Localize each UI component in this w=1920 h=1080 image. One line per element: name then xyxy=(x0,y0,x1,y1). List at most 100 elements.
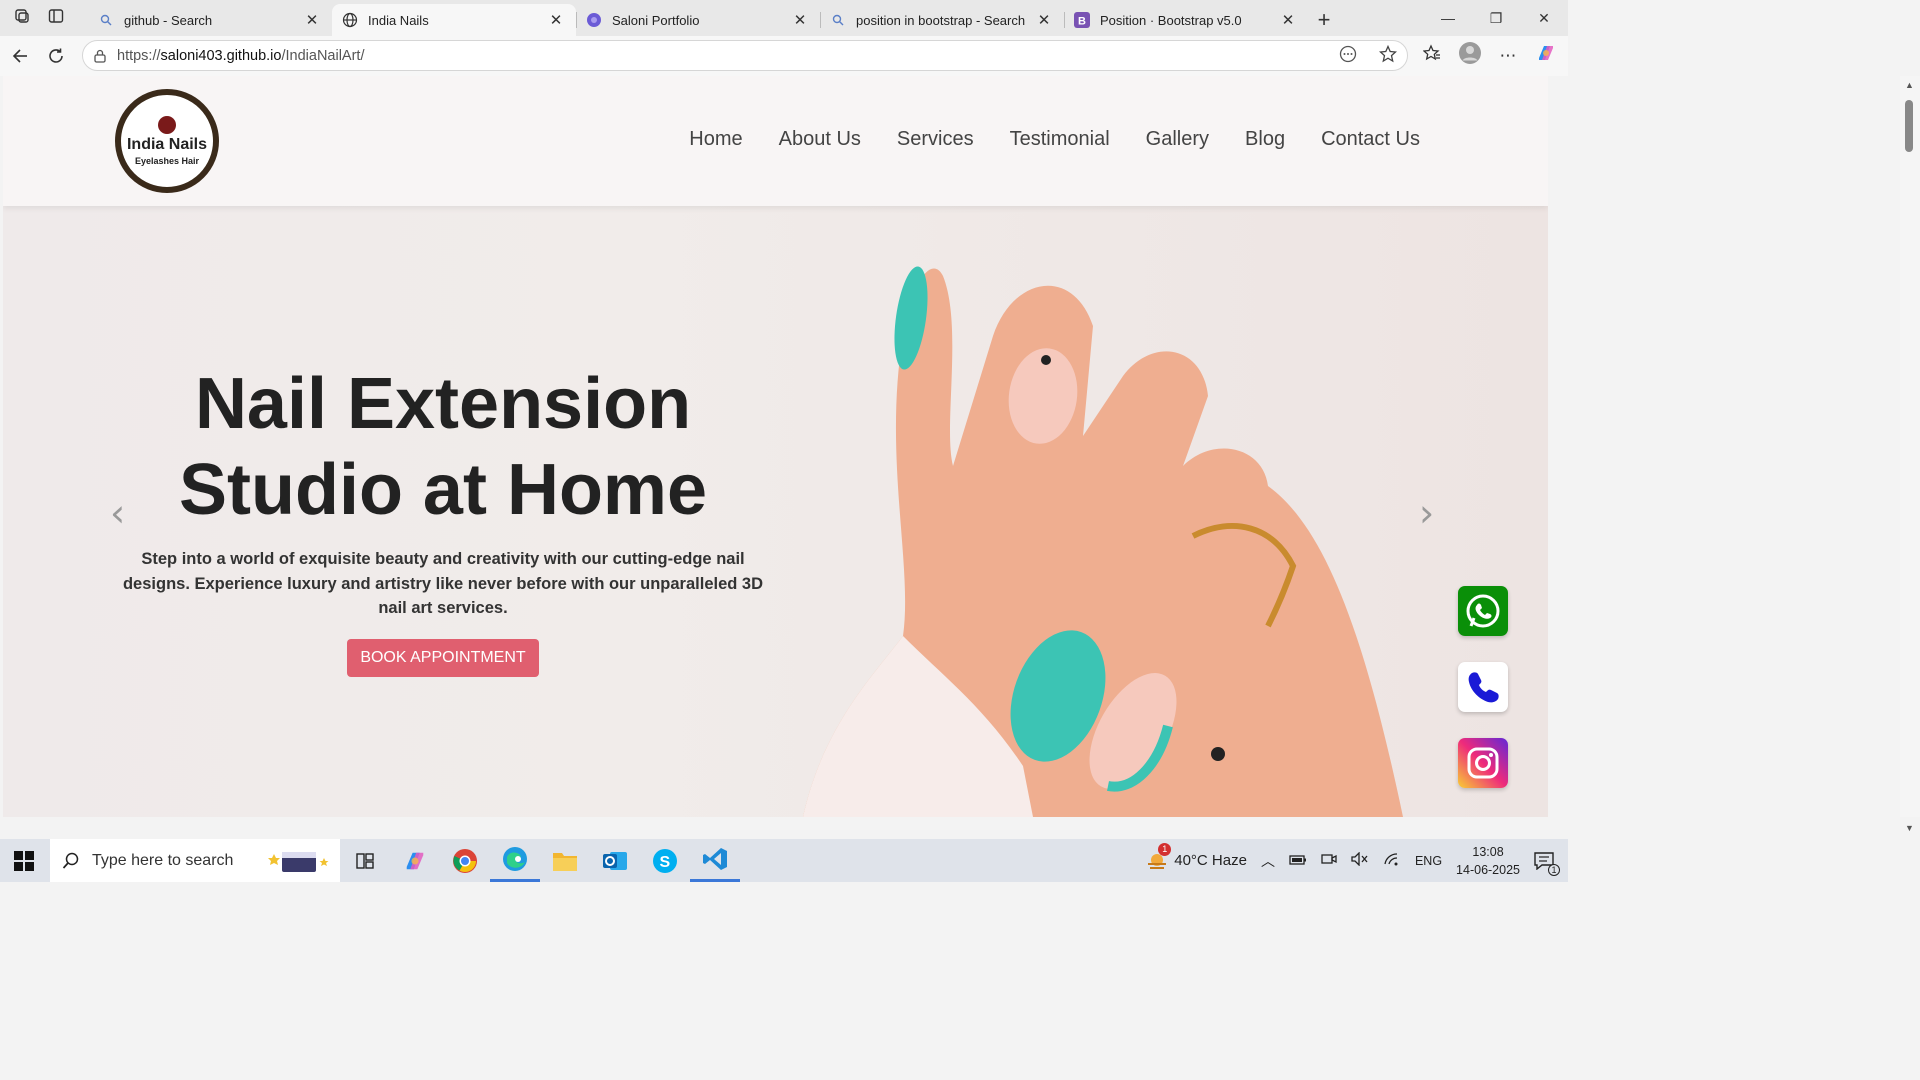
hero-hand-image xyxy=(803,266,1403,817)
system-tray: 1 40°C Haze ︿ ENG 13:08 14-06-2025 1 xyxy=(1146,839,1568,882)
page-bottom-strip xyxy=(0,817,1568,839)
refresh-icon[interactable] xyxy=(38,40,74,72)
nav-contact-us[interactable]: Contact Us xyxy=(1321,128,1420,151)
search-icon xyxy=(62,852,80,870)
close-icon[interactable]: ✕ xyxy=(1280,11,1296,29)
hero-description: Step into a world of exquisite beauty an… xyxy=(122,550,764,617)
logo-title: India Nails xyxy=(126,136,208,153)
url-prefix: https:// xyxy=(117,47,161,64)
site-logo[interactable]: India Nails Eyelashes Hair xyxy=(115,89,219,193)
page-viewport: India Nails Eyelashes Hair Home About Us… xyxy=(3,76,1548,817)
scrollbar-thumb[interactable] xyxy=(1905,100,1913,152)
hero-title-line1: Nail Extension xyxy=(194,364,692,444)
site-header: India Nails Eyelashes Hair Home About Us… xyxy=(3,76,1548,206)
carousel-prev-icon[interactable]: ‹ xyxy=(110,491,125,535)
language-indicator[interactable]: ENG xyxy=(1415,854,1442,868)
windows-taskbar: Type here to search S 1 40°C Haze ︿ ENG xyxy=(0,839,1568,882)
url-host: saloni403.github.io xyxy=(160,47,282,64)
weather-badge: 1 xyxy=(1158,842,1172,856)
nav-blog[interactable]: Blog xyxy=(1245,128,1285,151)
close-icon[interactable]: ✕ xyxy=(1036,11,1052,29)
file-explorer-icon[interactable] xyxy=(540,839,590,882)
tab-india-nails[interactable]: India Nails ✕ xyxy=(332,4,576,36)
svg-text:S: S xyxy=(660,854,671,871)
notification-count: 1 xyxy=(1548,863,1560,876)
vscode-icon[interactable] xyxy=(690,839,740,882)
speaker-muted-icon[interactable] xyxy=(1351,851,1369,869)
wifi-icon[interactable] xyxy=(1383,852,1401,869)
close-icon[interactable]: ✕ xyxy=(792,11,808,29)
instagram-icon[interactable] xyxy=(1458,738,1508,788)
workspaces-icon[interactable] xyxy=(14,8,30,29)
book-appointment-button[interactable]: BOOK APPOINTMENT xyxy=(347,638,539,677)
close-window-icon[interactable]: ✕ xyxy=(1520,0,1568,36)
tab-title: position in bootstrap - Search xyxy=(856,12,1026,28)
clock[interactable]: 13:08 14-06-2025 xyxy=(1456,843,1520,879)
close-icon[interactable]: ✕ xyxy=(548,11,564,29)
outlook-icon[interactable] xyxy=(590,839,640,882)
nav-about-us[interactable]: About Us xyxy=(779,128,861,151)
taskbar-search-box[interactable]: Type here to search xyxy=(50,839,340,882)
logo-mark-icon xyxy=(158,116,176,134)
tab-actions-icon[interactable] xyxy=(48,8,64,29)
search-icon xyxy=(98,12,114,28)
task-view-icon[interactable] xyxy=(340,839,390,882)
minimize-icon[interactable]: — xyxy=(1424,0,1472,36)
window-controls: — ❐ ✕ xyxy=(1424,0,1568,36)
tray-overflow-icon[interactable]: ︿ xyxy=(1261,851,1275,871)
tab-title: Saloni Portfolio xyxy=(612,12,700,28)
site-info-icon[interactable] xyxy=(93,49,107,63)
weather-widget[interactable]: 1 40°C Haze xyxy=(1146,842,1247,871)
nav-gallery[interactable]: Gallery xyxy=(1146,128,1209,151)
meet-now-icon[interactable] xyxy=(1321,852,1337,869)
edge-icon[interactable] xyxy=(490,839,540,882)
vertical-scrollbar[interactable]: ▲ ▼ xyxy=(1900,76,1920,833)
url-input[interactable]: https://saloni403.github.io/IndiaNailArt… xyxy=(82,40,1408,71)
toolbar-right: ⋯ xyxy=(1418,40,1560,71)
copilot-icon[interactable] xyxy=(1532,42,1560,69)
restore-icon[interactable]: ❐ xyxy=(1472,0,1520,36)
profile-avatar-icon[interactable] xyxy=(1456,41,1484,70)
tab-title: India Nails xyxy=(368,12,429,28)
tab-bootstrap-position[interactable]: B Position · Bootstrap v5.0 ✕ xyxy=(1064,4,1308,36)
windows-start-icon[interactable] xyxy=(14,851,34,876)
tab-title: Position · Bootstrap v5.0 xyxy=(1100,12,1242,28)
hero-title: Nail Extension Studio at Home xyxy=(113,361,773,533)
favorites-icon[interactable] xyxy=(1418,44,1446,67)
svg-text:B: B xyxy=(1078,16,1086,28)
hero-content: Nail Extension Studio at Home Step into a… xyxy=(113,361,773,677)
main-nav: Home About Us Services Testimonial Galle… xyxy=(689,128,1420,151)
tab-title: github - Search xyxy=(124,12,213,28)
tab-position-search[interactable]: position in bootstrap - Search ✕ xyxy=(820,4,1064,36)
chrome-icon[interactable] xyxy=(440,839,490,882)
favorite-star-icon[interactable] xyxy=(1378,44,1398,67)
hero-title-line2: Studio at Home xyxy=(178,450,707,530)
nav-services[interactable]: Services xyxy=(897,128,974,151)
browser-tab-bar: github - Search ✕ India Nails ✕ Saloni P… xyxy=(0,0,1568,36)
taskbar-search-placeholder: Type here to search xyxy=(92,851,234,869)
close-icon[interactable]: ✕ xyxy=(304,11,320,29)
back-icon[interactable] xyxy=(2,40,38,72)
browser-left-controls xyxy=(0,0,88,36)
copilot-app-icon[interactable] xyxy=(390,839,440,882)
scroll-down-icon[interactable]: ▼ xyxy=(1905,823,1914,833)
nav-home[interactable]: Home xyxy=(689,128,742,151)
search-highlight-icon xyxy=(266,846,332,876)
new-tab-button[interactable]: + xyxy=(1308,4,1340,36)
bootstrap-icon: B xyxy=(1074,12,1090,28)
read-aloud-icon[interactable] xyxy=(1339,45,1357,67)
address-bar-row: https://saloni403.github.io/IndiaNailArt… xyxy=(0,36,1568,76)
battery-icon[interactable] xyxy=(1289,853,1307,869)
carousel-next-icon[interactable]: › xyxy=(1419,491,1434,535)
phone-icon[interactable] xyxy=(1458,662,1508,712)
scroll-up-icon[interactable]: ▲ xyxy=(1905,80,1914,90)
tab-saloni-portfolio[interactable]: Saloni Portfolio ✕ xyxy=(576,4,820,36)
skype-icon[interactable]: S xyxy=(640,839,690,882)
more-options-icon[interactable]: ⋯ xyxy=(1494,46,1522,66)
nav-testimonial[interactable]: Testimonial xyxy=(1010,128,1110,151)
site-icon xyxy=(586,12,602,28)
notifications-icon[interactable]: 1 xyxy=(1534,851,1560,876)
tab-github-search[interactable]: github - Search ✕ xyxy=(88,4,332,36)
search-icon xyxy=(830,12,846,28)
whatsapp-icon[interactable] xyxy=(1458,586,1508,636)
